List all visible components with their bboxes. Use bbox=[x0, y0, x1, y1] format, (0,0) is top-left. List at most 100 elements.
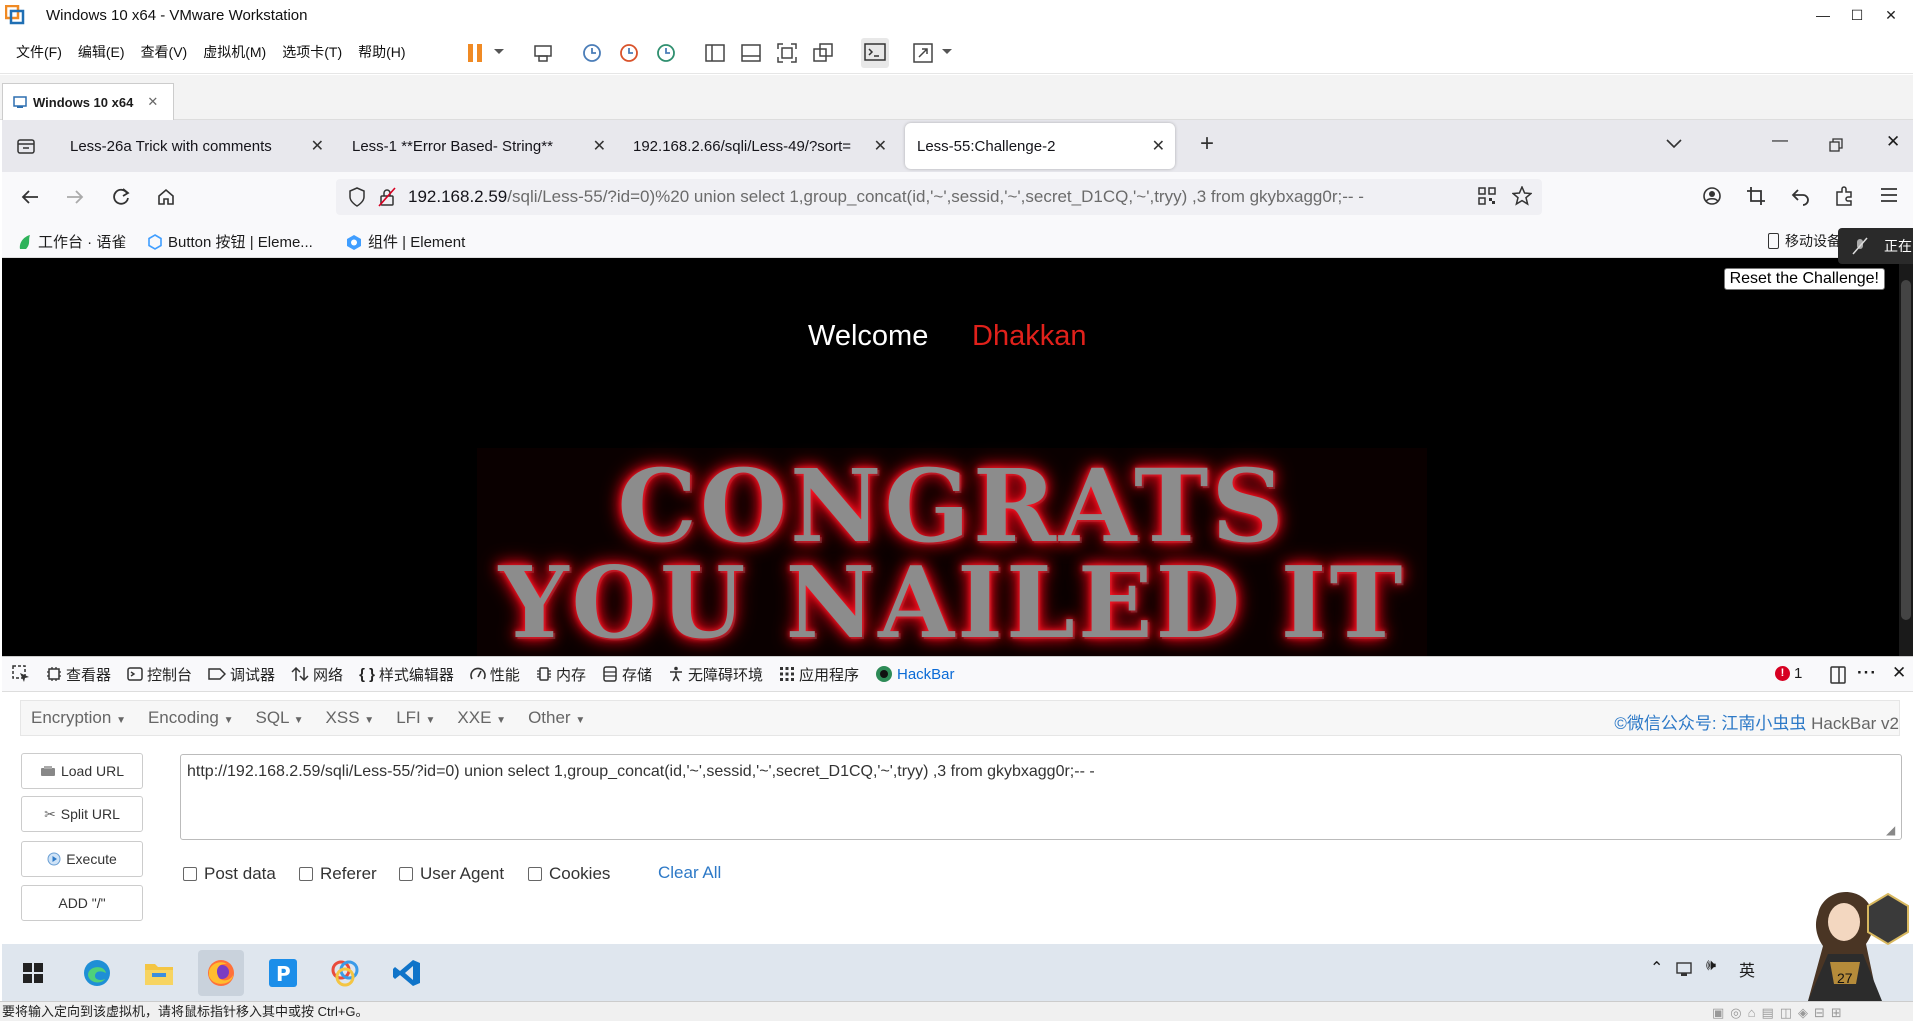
hackbar-menu-xxe[interactable]: XXE ▼ bbox=[457, 708, 506, 728]
menu-tabs[interactable]: 选项卡(T) bbox=[282, 42, 342, 62]
pause-icon[interactable] bbox=[465, 42, 487, 64]
account-icon[interactable] bbox=[1702, 186, 1722, 206]
menu-file[interactable]: 文件(F) bbox=[16, 42, 62, 62]
browser-close-button[interactable]: ✕ bbox=[1886, 132, 1900, 152]
chevron-down-icon[interactable] bbox=[941, 46, 953, 68]
extensions-icon[interactable] bbox=[1834, 186, 1854, 206]
more-options-icon[interactable]: ··· bbox=[1857, 663, 1877, 683]
checkbox-box[interactable] bbox=[399, 867, 413, 881]
menu-edit[interactable]: 编辑(E) bbox=[78, 42, 125, 62]
responsive-mode-toggle[interactable]: 移动设备 bbox=[1768, 231, 1841, 251]
menu-vm[interactable]: 虚拟机(M) bbox=[203, 42, 266, 62]
post-data-checkbox[interactable]: Post data bbox=[183, 864, 276, 884]
hackbar-brand-link[interactable]: ©微信公众号: 江南小虫虫 bbox=[1614, 714, 1806, 733]
insecure-lock-icon[interactable] bbox=[378, 187, 396, 207]
referer-checkbox[interactable]: Referer bbox=[299, 864, 377, 884]
devtools-tab-inspector[interactable]: 查看器 bbox=[46, 664, 111, 685]
vscode-icon[interactable] bbox=[384, 950, 430, 996]
show-hidden-icons-icon[interactable]: ⌃ bbox=[1650, 958, 1663, 978]
devtools-tab-style-editor[interactable]: { } 样式编辑器 bbox=[359, 664, 454, 685]
devtools-tab-debugger[interactable]: 调试器 bbox=[208, 664, 275, 685]
vm-tab-close-icon[interactable]: ✕ bbox=[147, 94, 158, 110]
add-slash-button[interactable]: ADD "/" bbox=[21, 885, 143, 921]
browser-tab[interactable]: Less-26a Trick with comments ✕ bbox=[58, 123, 334, 169]
undo-icon[interactable] bbox=[1790, 186, 1810, 206]
devtools-tab-application[interactable]: 应用程序 bbox=[779, 664, 859, 685]
send-ctrl-alt-del-icon[interactable] bbox=[532, 42, 554, 64]
hackbar-menu-xss[interactable]: XSS ▼ bbox=[326, 708, 375, 728]
device-status-icons[interactable]: ▣◎⌂▤◫◈⊟⊞ bbox=[1712, 1003, 1848, 1022]
page-scrollbar[interactable] bbox=[1899, 258, 1913, 656]
bookmark-item[interactable]: 组件 | Element bbox=[346, 231, 465, 252]
close-window-button[interactable]: ✕ bbox=[1875, 0, 1907, 30]
browser-minimize-button[interactable]: — bbox=[1772, 132, 1788, 150]
element-picker-icon[interactable] bbox=[12, 665, 30, 683]
split-url-button[interactable]: ✂ Split URL bbox=[21, 796, 143, 832]
checkbox-box[interactable] bbox=[528, 867, 542, 881]
crop-tool-icon[interactable] bbox=[1746, 186, 1766, 206]
checkbox-box[interactable] bbox=[183, 867, 197, 881]
minimize-button[interactable]: — bbox=[1807, 0, 1839, 30]
resize-handle-icon[interactable]: ◢ bbox=[1886, 823, 1895, 837]
cookies-checkbox[interactable]: Cookies bbox=[528, 864, 610, 884]
execute-button[interactable]: Execute bbox=[21, 841, 143, 877]
devtools-tab-performance[interactable]: 性能 bbox=[470, 664, 520, 685]
reload-icon[interactable] bbox=[111, 187, 131, 207]
menu-help[interactable]: 帮助(H) bbox=[358, 42, 405, 62]
firefox-icon[interactable] bbox=[198, 950, 244, 996]
tab-close-icon[interactable]: ✕ bbox=[1152, 136, 1165, 156]
checkbox-box[interactable] bbox=[299, 867, 313, 881]
chevron-down-icon[interactable] bbox=[493, 46, 505, 68]
sidebar-layout-icon[interactable] bbox=[704, 42, 726, 64]
browser-tab[interactable]: 192.168.2.66/sqli/Less-49/?sort= ✕ bbox=[621, 123, 897, 169]
scrollbar-thumb[interactable] bbox=[1901, 280, 1911, 620]
clear-all-link[interactable]: Clear All bbox=[658, 863, 721, 883]
bookmark-item[interactable]: 工作台 · 语雀 bbox=[18, 231, 126, 252]
recording-overlay[interactable]: 正在 bbox=[1838, 228, 1913, 264]
unity-icon[interactable] bbox=[812, 42, 834, 64]
tab-manager-icon[interactable] bbox=[16, 136, 36, 156]
tab-close-icon[interactable]: ✕ bbox=[874, 136, 887, 156]
browser-tab[interactable]: Less-1 **Error Based- String** ✕ bbox=[340, 123, 616, 169]
list-all-tabs-icon[interactable] bbox=[1666, 138, 1682, 150]
stretch-guest-icon[interactable] bbox=[912, 42, 934, 64]
home-icon[interactable] bbox=[156, 187, 176, 207]
thumbnail-layout-icon[interactable] bbox=[740, 42, 762, 64]
forward-arrow-icon[interactable] bbox=[65, 187, 85, 207]
hackbar-menu-sql[interactable]: SQL ▼ bbox=[256, 708, 304, 728]
hackbar-menu-lfi[interactable]: LFI ▼ bbox=[396, 708, 435, 728]
vm-tab[interactable]: Windows 10 x64 ✕ bbox=[2, 83, 174, 120]
new-tab-button[interactable]: + bbox=[1200, 130, 1214, 158]
bookmark-item[interactable]: Button 按钮 | Eleme... bbox=[148, 231, 313, 252]
user-agent-checkbox[interactable]: User Agent bbox=[399, 864, 504, 884]
devtools-tab-hackbar[interactable]: HackBar bbox=[875, 665, 955, 683]
devtools-tab-accessibility[interactable]: 无障碍环境 bbox=[668, 664, 763, 685]
bookmark-star-icon[interactable] bbox=[1512, 186, 1532, 206]
load-url-button[interactable]: Load URL bbox=[21, 753, 143, 789]
hackbar-url-textarea[interactable]: http://192.168.2.59/sqli/Less-55/?id=0) … bbox=[180, 754, 1902, 840]
hackbar-menu-other[interactable]: Other ▼ bbox=[528, 708, 585, 728]
colorful-app-icon[interactable] bbox=[322, 950, 368, 996]
browser-tab-active[interactable]: Less-55:Challenge-2 ✕ bbox=[905, 123, 1175, 169]
devtools-tab-storage[interactable]: 存储 bbox=[602, 664, 652, 685]
edge-browser-icon[interactable] bbox=[74, 950, 120, 996]
browser-restore-icon[interactable] bbox=[1829, 138, 1843, 152]
volume-icon[interactable]: 🕪 bbox=[1706, 957, 1716, 975]
tab-close-icon[interactable]: ✕ bbox=[311, 136, 324, 156]
ime-indicator[interactable]: 英 bbox=[1739, 957, 1755, 981]
hamburger-menu-icon[interactable] bbox=[1880, 187, 1898, 203]
reset-challenge-button[interactable]: Reset the Challenge! bbox=[1723, 268, 1885, 290]
back-arrow-icon[interactable] bbox=[20, 187, 40, 207]
network-status-icon[interactable] bbox=[1676, 962, 1696, 978]
dock-side-icon[interactable] bbox=[1830, 666, 1846, 684]
devtools-tab-console[interactable]: 控制台 bbox=[127, 664, 192, 685]
devtools-tab-memory[interactable]: 内存 bbox=[536, 664, 586, 685]
snapshot-manager-icon[interactable] bbox=[655, 42, 677, 64]
snapshot-icon[interactable] bbox=[581, 42, 603, 64]
pycharm-icon[interactable]: P bbox=[260, 950, 306, 996]
error-indicator[interactable]: ! 1 bbox=[1775, 665, 1802, 682]
tab-close-icon[interactable]: ✕ bbox=[593, 136, 606, 156]
hackbar-menu-encryption[interactable]: Encryption ▼ bbox=[31, 708, 126, 728]
close-devtools-icon[interactable]: ✕ bbox=[1892, 663, 1906, 683]
revert-snapshot-icon[interactable] bbox=[618, 42, 640, 64]
